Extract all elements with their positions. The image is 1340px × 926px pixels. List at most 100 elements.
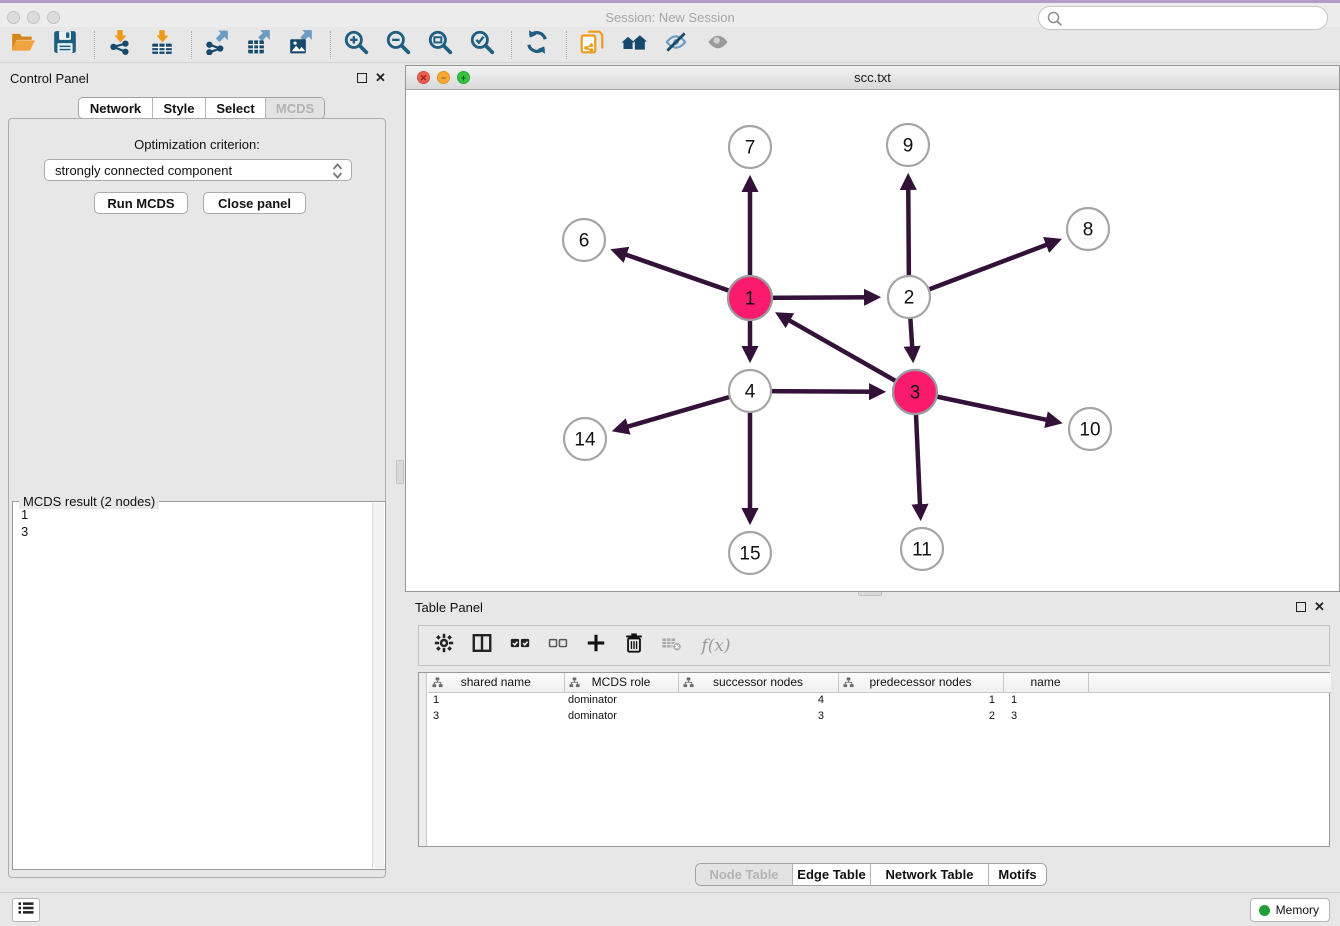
home-view-button[interactable] [619,30,649,60]
refresh-view-button[interactable] [522,30,552,60]
node-4[interactable]: 4 [729,370,771,412]
node-6[interactable]: 6 [563,219,605,261]
table-cell: 2 [838,708,1003,724]
tab-network-table[interactable]: Network Table [870,864,988,885]
hide-selected-button[interactable] [661,30,691,60]
network-from-selection-button[interactable] [577,30,607,60]
save-session-button[interactable] [50,30,80,60]
close-panel-icon[interactable]: ✕ [375,73,386,83]
node-label: 15 [739,544,760,565]
tab-edge-table[interactable]: Edge Table [792,864,870,885]
select-all-checkboxes-button[interactable] [507,633,533,659]
tab-style[interactable]: Style [152,98,205,118]
zoom-in-icon [343,29,369,60]
column-header-successor-nodes[interactable]: successor nodes [678,673,838,692]
memory-button[interactable]: Memory [1250,898,1330,922]
node-label: 4 [745,382,756,403]
table-row[interactable]: 3dominator323 [428,708,1331,724]
result-scrollbar[interactable] [372,503,384,868]
export-network-button[interactable] [202,30,232,60]
node-3[interactable]: 3 [893,370,937,414]
table-panel-title: Table Panel [415,600,483,615]
import-network-button[interactable] [105,30,135,60]
close-panel-button[interactable]: Close panel [203,192,306,214]
float-panel-icon[interactable] [357,73,367,83]
export-table-icon [246,29,272,60]
edge-3-1[interactable] [780,315,916,392]
search-container [1038,6,1328,30]
open-file-button[interactable] [8,30,38,60]
export-table-button[interactable] [244,30,274,60]
mcds-result-box: MCDS result (2 nodes) 1 3 [12,501,386,870]
add-column-button[interactable] [583,633,609,659]
tab-mcds[interactable]: MCDS [265,98,324,118]
task-history-button[interactable] [12,898,40,922]
table-cell: 1 [428,692,564,708]
toolbar-separator [330,31,331,59]
export-network-icon [204,29,230,60]
save-session-icon [52,29,78,60]
function-builder-icon: f(x) [701,636,730,656]
control-panel-buttons: ✕ [357,73,386,83]
node-15[interactable]: 15 [729,532,771,574]
network-view-window: ✕ − + scc.txt 7 9 6 8 1 2 4 3 14 10 15 11 [405,65,1340,592]
zoom-out-icon [385,29,411,60]
node-8[interactable]: 8 [1067,208,1109,250]
node-label: 14 [574,430,596,451]
split-columns-button[interactable] [469,633,495,659]
zoom-selected-button[interactable] [467,30,497,60]
close-table-panel-icon[interactable]: ✕ [1314,602,1325,612]
zoom-fit-icon [427,29,453,60]
column-header-shared-name[interactable]: shared name [428,673,564,692]
delete-table-button[interactable] [659,633,685,659]
tab-motifs[interactable]: Motifs [988,864,1046,885]
network-window-titlebar[interactable]: ✕ − + scc.txt [406,66,1339,90]
node-10[interactable]: 10 [1069,408,1111,450]
node-label: 10 [1079,420,1100,441]
memory-button-label: Memory [1276,903,1319,917]
column-header-mcds-role[interactable]: MCDS role [564,673,678,692]
node-7[interactable]: 7 [729,126,771,168]
table-settings-button[interactable] [431,633,457,659]
column-header-predecessor-nodes[interactable]: predecessor nodes [838,673,1003,692]
node-1[interactable]: 1 [728,276,772,320]
node-11[interactable]: 11 [901,528,943,570]
deselect-all-checkboxes-button[interactable] [545,633,571,659]
zoom-out-button[interactable] [383,30,413,60]
network-view-title: scc.txt [406,66,1339,89]
zoom-in-button[interactable] [341,30,371,60]
zoom-fit-button[interactable] [425,30,455,60]
table-cell: 1 [838,692,1003,708]
vertical-splitter-handle[interactable] [396,460,404,484]
table-cell: dominator [564,708,678,724]
column-header-name[interactable]: name [1003,673,1088,692]
table-toolbar: f(x) [418,625,1330,666]
toolbar-separator [94,31,95,59]
node-14[interactable]: 14 [564,418,606,460]
node-2[interactable]: 2 [888,276,930,318]
node-9[interactable]: 9 [887,124,929,166]
tab-node-table[interactable]: Node Table [696,864,792,885]
toolbar-separator [566,31,567,59]
import-table-button[interactable] [147,30,177,60]
table-panel-buttons: ✕ [1296,602,1325,612]
optimization-criterion-label: Optimization criterion: [8,137,386,152]
tab-network[interactable]: Network [79,98,152,118]
function-builder-button[interactable]: f(x) [697,633,735,659]
node-table: shared nameMCDS rolesuccessor nodesprede… [418,672,1330,847]
criterion-dropdown[interactable]: strongly connected component [44,159,352,181]
search-input[interactable] [1038,6,1328,30]
network-canvas[interactable]: 7 9 6 8 1 2 4 3 14 10 15 11 [406,90,1339,591]
float-table-panel-icon[interactable] [1296,602,1306,612]
delete-column-button[interactable] [621,633,647,659]
home-view-icon [621,29,647,60]
export-image-button[interactable] [286,30,316,60]
hide-selected-icon [663,29,689,60]
table-cell: 3 [678,708,838,724]
edge-2-8[interactable] [909,241,1057,297]
table-row[interactable]: 1dominator411 [428,692,1331,708]
table-panel-tabs: Node TableEdge TableNetwork TableMotifs [695,863,1047,886]
run-mcds-button[interactable]: Run MCDS [94,192,188,214]
show-all-button[interactable] [703,30,733,60]
tab-select[interactable]: Select [205,98,265,118]
